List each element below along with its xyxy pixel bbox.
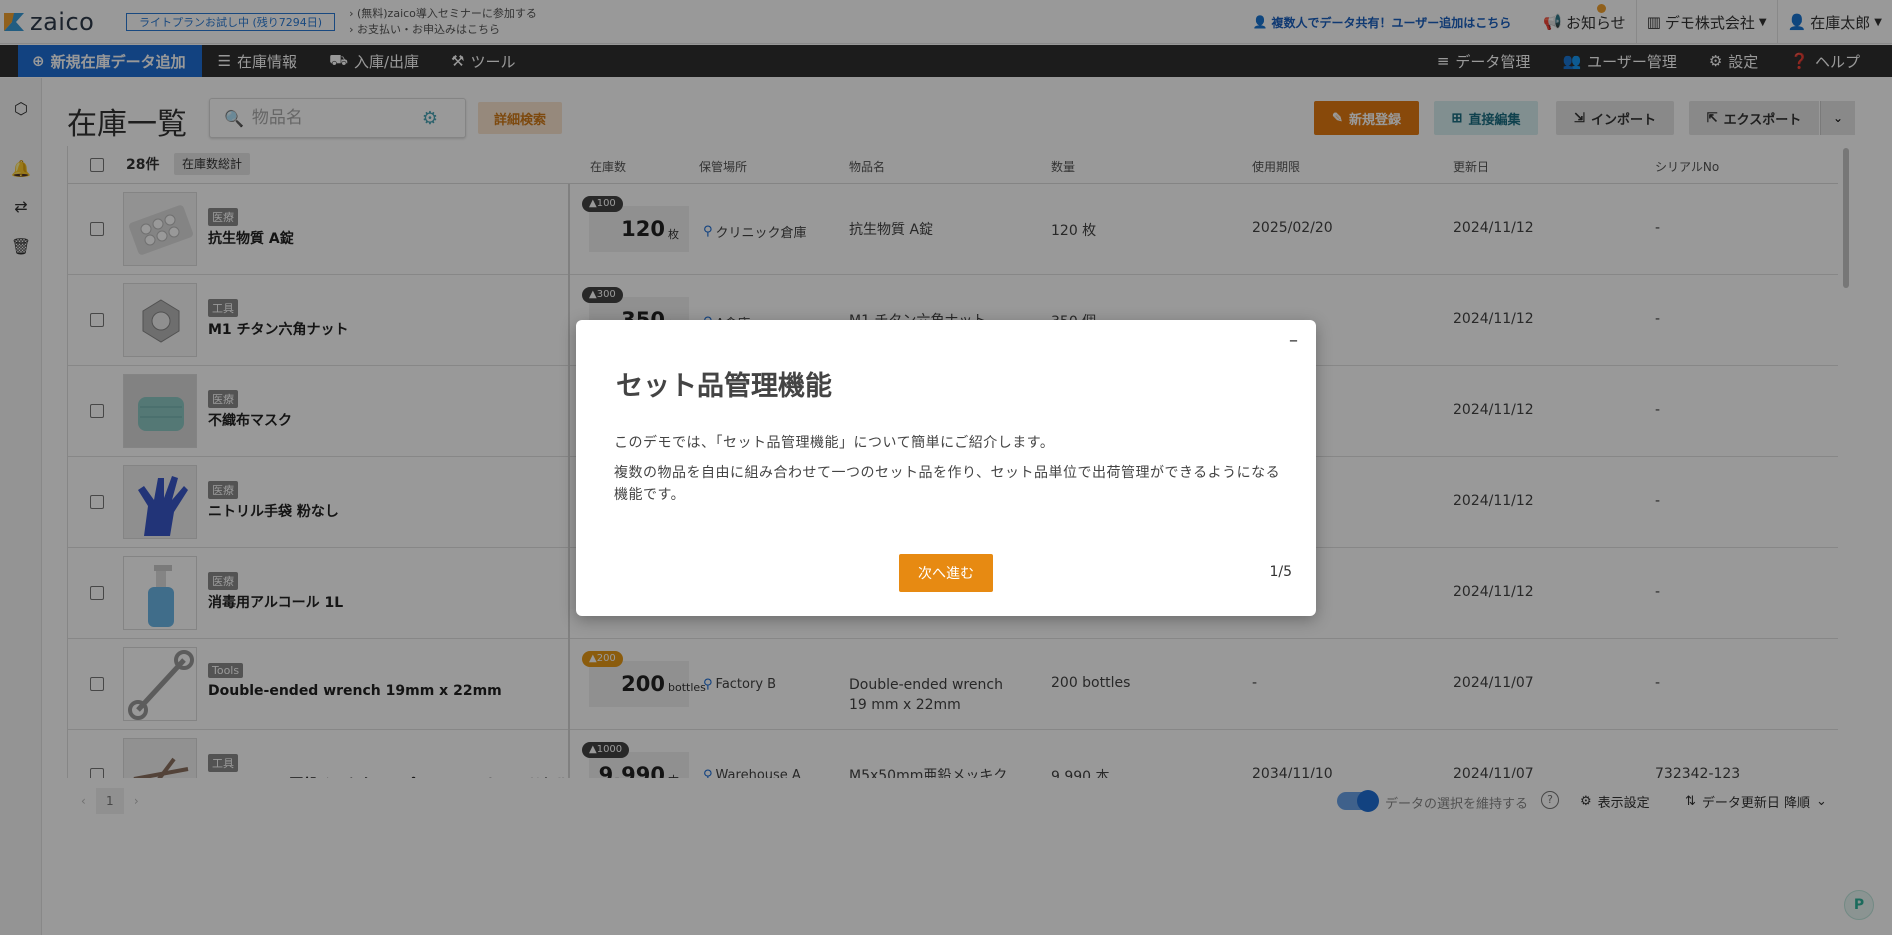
modal-description-1: このデモでは、「セット品管理機能」について簡単にご紹介します。 — [614, 435, 1055, 451]
feature-intro-modal: – セット品管理機能 このデモでは、「セット品管理機能」について簡単にご紹介しま… — [576, 320, 1316, 616]
modal-description-2: 複数の物品を自由に組み合わせて一つのセット品を作り、セット品単位で出荷管理ができ… — [614, 465, 1281, 503]
modal-page-indicator: 1/5 — [1269, 564, 1292, 580]
modal-title: セット品管理機能 — [616, 371, 832, 402]
minimize-icon[interactable]: – — [1289, 330, 1298, 351]
next-button[interactable]: 次へ進む — [899, 554, 993, 592]
